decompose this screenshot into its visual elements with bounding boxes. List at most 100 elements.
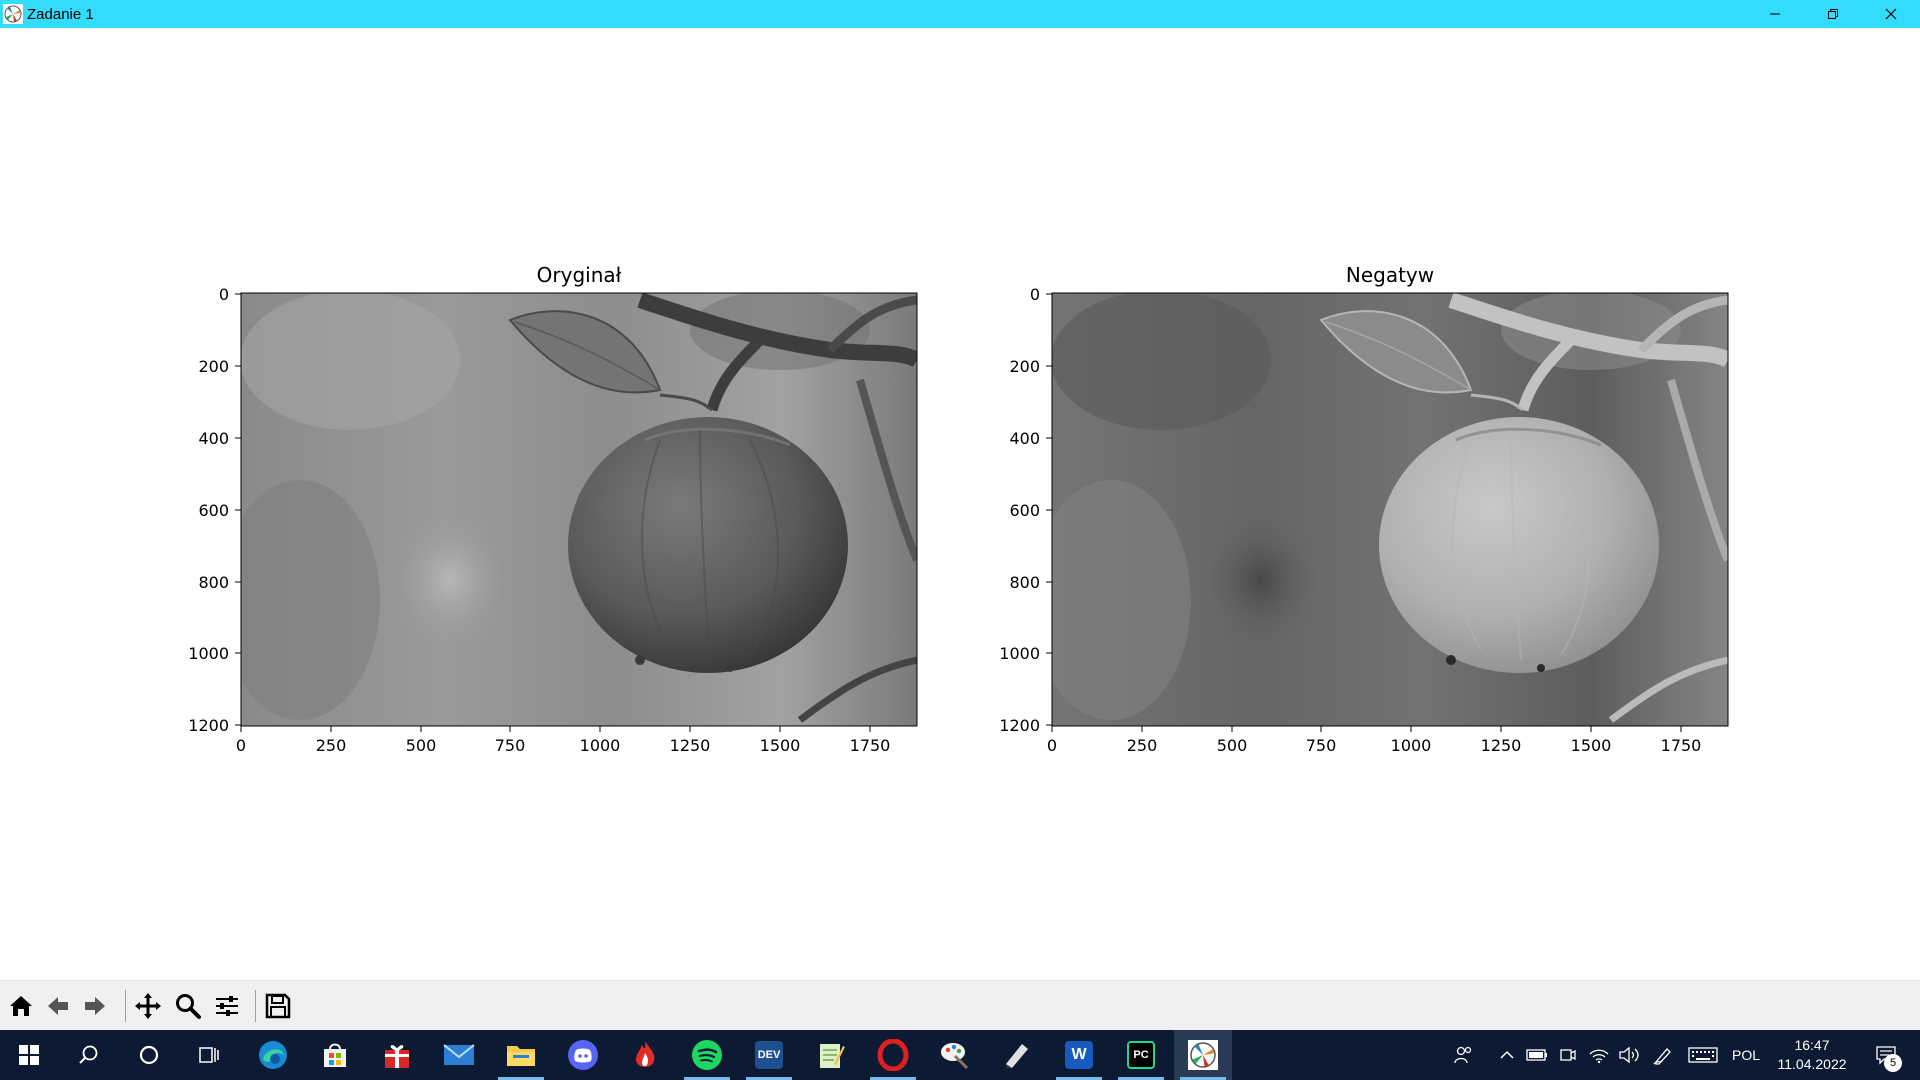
input-language-button[interactable]: POL [1728, 1030, 1764, 1080]
zoom-button[interactable] [170, 988, 206, 1024]
edge-icon [259, 1041, 287, 1069]
mail-icon [443, 1044, 475, 1065]
taskbar-app-paint[interactable] [926, 1030, 984, 1080]
x-tick-label: 750 [495, 736, 526, 755]
forward-button[interactable] [77, 988, 113, 1024]
word-label: W [1071, 1046, 1087, 1063]
taskbar-app-matplotlib[interactable] [1174, 1030, 1232, 1080]
show-hidden-icons-button[interactable] [1495, 1030, 1519, 1080]
close-button[interactable] [1862, 0, 1920, 28]
cortana-button[interactable] [120, 1030, 178, 1080]
x-tick-label: 500 [406, 736, 437, 755]
x-tick-label: 1750 [1661, 736, 1702, 755]
dev-cpp-label: DEV [757, 1048, 781, 1061]
word-icon: W [1065, 1041, 1093, 1069]
y-tick-label: 600 [198, 501, 229, 520]
subplot-title-negative: Negatyw [1346, 263, 1434, 287]
x-tick-label: 1000 [580, 736, 621, 755]
y-tick-label: 1000 [999, 644, 1040, 663]
home-icon [10, 996, 32, 1016]
window-titlebar: Zadanie 1 [0, 0, 1920, 28]
taskbar-app-notepad[interactable] [802, 1030, 860, 1080]
chevron-up-icon [1500, 1050, 1514, 1059]
pen-workspace-button[interactable] [1648, 1030, 1678, 1080]
home-button[interactable] [3, 988, 39, 1024]
subplot-original: Oryginał 0 250 500 750 1000 1250 1500 17… [188, 263, 918, 755]
wifi-icon [1589, 1049, 1609, 1064]
task-view-icon [199, 1047, 219, 1063]
taskbar-app-store[interactable] [306, 1030, 364, 1080]
matplotlib-app-icon [3, 4, 23, 24]
save-button[interactable] [260, 988, 296, 1024]
taskbar-app-pycharm[interactable]: PC [1112, 1030, 1170, 1080]
x-tick-label: 0 [1047, 736, 1057, 755]
taskbar-app-mail[interactable] [430, 1030, 488, 1080]
battery-status[interactable] [1523, 1030, 1551, 1080]
opera-icon [877, 1039, 909, 1071]
taskbar-app-devcpp[interactable]: DEV [740, 1030, 798, 1080]
windows-taskbar: DEV W PC POL 16:47 11.04.2022 5 [0, 1030, 1920, 1080]
x-tick-label: 1250 [1481, 736, 1522, 755]
search-icon [79, 1045, 98, 1064]
pan-button[interactable] [130, 988, 166, 1024]
toolbar-separator [255, 990, 256, 1022]
y-tick-label: 0 [219, 285, 229, 304]
y-tick-label: 0 [1030, 285, 1040, 304]
camera-icon [1560, 1049, 1576, 1061]
x-tick-label: 1500 [1571, 736, 1612, 755]
matplotlib-icon [1188, 1040, 1218, 1070]
start-button[interactable] [0, 1030, 58, 1080]
y-axis-negative: 0 200 400 600 800 1000 1200 [999, 285, 1052, 735]
pycharm-label: PC [1133, 1049, 1149, 1061]
restore-button[interactable] [1804, 0, 1862, 28]
save-icon [265, 993, 291, 1019]
configure-subplots-button[interactable] [209, 988, 245, 1024]
back-button[interactable] [40, 988, 76, 1024]
y-axis-original: 0 200 400 600 800 1000 1200 [188, 285, 241, 735]
volume-control[interactable] [1615, 1030, 1643, 1080]
taskbar-app-spotify[interactable] [678, 1030, 736, 1080]
navigation-toolbar [0, 980, 1920, 1030]
language-indicator: POL [1731, 1047, 1760, 1063]
close-icon [1885, 8, 1897, 20]
x-tick-label: 250 [1127, 736, 1158, 755]
toolbar-separator [125, 990, 126, 1022]
original-image [241, 293, 917, 726]
taskbar-app-gift[interactable] [368, 1030, 426, 1080]
speaker-icon [1619, 1046, 1639, 1064]
taskbar-app-word[interactable]: W [1050, 1030, 1108, 1080]
taskbar-app-flame[interactable] [616, 1030, 674, 1080]
search-button[interactable] [60, 1030, 118, 1080]
action-center-button[interactable] [1866, 1030, 1906, 1080]
subplot-negative: Negatyw 0 250 500 750 1000 1250 1500 175… [999, 263, 1729, 755]
task-view-button[interactable] [180, 1030, 238, 1080]
pycharm-icon: PC [1127, 1041, 1155, 1069]
arrow-left-icon [48, 997, 68, 1015]
taskbar-app-discord[interactable] [554, 1030, 612, 1080]
x-tick-label: 750 [1306, 736, 1337, 755]
people-button[interactable] [1448, 1030, 1478, 1080]
taskbar-app-file-explorer[interactable] [492, 1030, 550, 1080]
dev-cpp-icon: DEV [755, 1041, 783, 1069]
minimize-button[interactable] [1746, 0, 1804, 28]
gift-icon [385, 1045, 409, 1068]
x-tick-label: 1000 [1391, 736, 1432, 755]
webcam-status[interactable] [1555, 1030, 1581, 1080]
minimize-icon [1770, 13, 1780, 15]
pen-icon [1006, 1044, 1028, 1068]
network-status[interactable] [1585, 1030, 1613, 1080]
x-tick-label: 500 [1217, 736, 1248, 755]
clock-button[interactable]: 16:47 11.04.2022 [1764, 1036, 1860, 1074]
taskbar-app-pen[interactable] [988, 1030, 1046, 1080]
figure-canvas[interactable]: Oryginał 0 250 500 750 1000 1250 1500 17… [0, 28, 1920, 980]
touch-keyboard-button[interactable] [1685, 1030, 1721, 1080]
subplot-title-original: Oryginał [537, 263, 622, 287]
negative-image [1052, 293, 1728, 726]
taskbar-app-opera[interactable] [864, 1030, 922, 1080]
notification-count-badge: 5 [1884, 1054, 1902, 1072]
y-tick-label: 1000 [188, 644, 229, 663]
restore-icon [1828, 9, 1838, 19]
clock-time: 16:47 [1794, 1037, 1830, 1053]
taskbar-app-edge[interactable] [244, 1030, 302, 1080]
y-tick-label: 200 [198, 357, 229, 376]
